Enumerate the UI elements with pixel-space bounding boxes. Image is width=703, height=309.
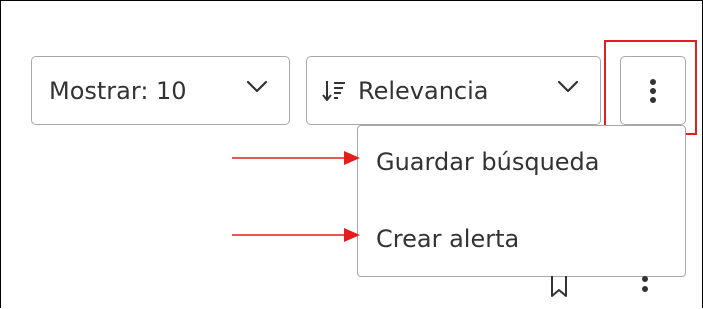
chevron-down-icon [557,80,579,93]
annotation-arrow [232,151,360,165]
results-per-page-label: Mostrar: 10 [49,76,187,105]
more-options-menu: Guardar búsqueda Crear alerta [357,125,686,277]
sort-select[interactable]: Relevancia [306,56,601,125]
sort-icon [322,79,346,103]
highlight-box [604,40,697,135]
annotation-arrow [232,228,360,242]
menu-item-create-alert[interactable]: Crear alerta [376,225,519,253]
bookmark-icon[interactable] [549,276,569,298]
results-per-page-select[interactable]: Mostrar: 10 [31,56,290,125]
chevron-down-icon [246,80,268,93]
menu-item-save-search[interactable]: Guardar búsqueda [376,148,600,176]
kebab-vertical-icon[interactable] [640,274,650,298]
sort-label: Relevancia [358,76,489,105]
